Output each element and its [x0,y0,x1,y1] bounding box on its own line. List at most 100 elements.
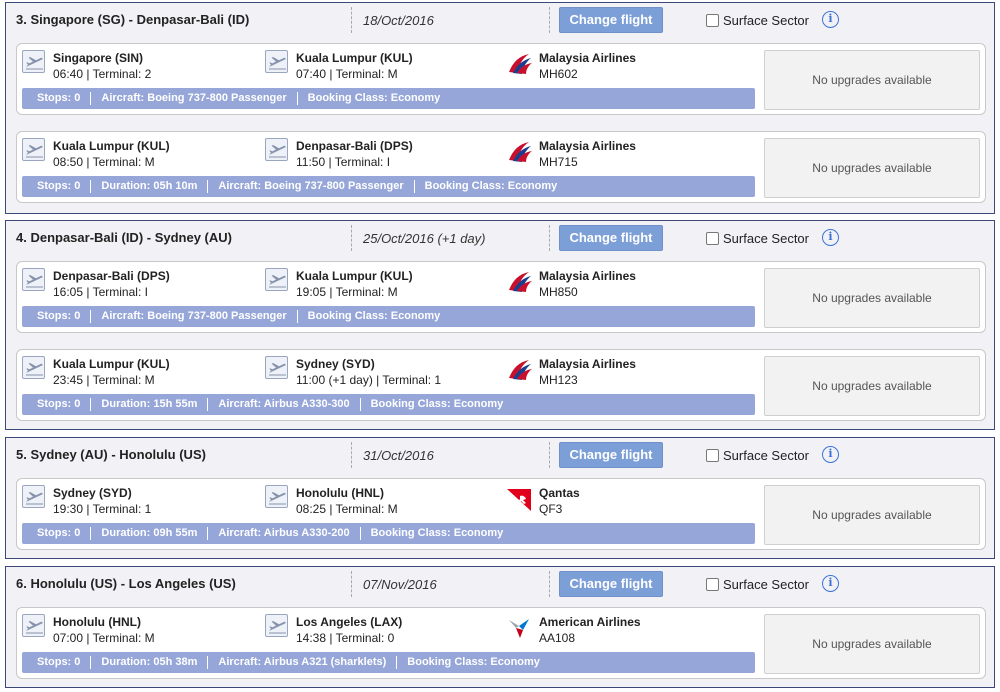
upgrade-status: No upgrades available [764,268,980,328]
divider [549,225,550,251]
flight-number: MH715 [539,155,578,169]
surface-sector-toggle[interactable]: Surface Sector [706,231,809,246]
surface-sector-checkbox[interactable] [706,578,719,591]
flight-info-bar: Stops: 0 Aircraft: Boeing 737-800 Passeng… [22,88,755,109]
airline-name: Qantas [539,486,580,500]
arrival-city: Kuala Lumpur (KUL) [296,51,413,65]
arrival-plane-icon [265,268,288,291]
flight-info-item: Booking Class: Economy [296,92,451,105]
flight-info-item: Duration: 15h 55m [90,398,207,411]
sector-title: 5. Sydney (AU) - Honolulu (US) [16,447,206,462]
departure-plane-icon [22,356,45,379]
arrival-plane-icon [265,485,288,508]
sector-header: 5. Sydney (AU) - Honolulu (US) 31/Oct/201… [6,438,994,474]
sector-panel: 3. Singapore (SG) - Denpasar-Bali (ID) 18… [5,2,995,214]
sector-panel: 5. Sydney (AU) - Honolulu (US) 31/Oct/201… [5,437,995,559]
departure-time-terminal: 19:30 | Terminal: 1 [53,502,152,516]
departure-time-terminal: 08:50 | Terminal: M [53,155,155,169]
info-icon[interactable]: i [822,575,839,592]
malaysia-airlines-logo [507,270,532,294]
arrival-time-terminal: 08:25 | Terminal: M [296,502,398,516]
surface-sector-checkbox[interactable] [706,232,719,245]
upgrade-status: No upgrades available [764,50,980,110]
arrival-time-terminal: 11:00 (+1 day) | Terminal: 1 [296,373,442,387]
arrival-plane-icon [265,138,288,161]
change-flight-button[interactable]: Change flight [559,225,663,251]
flight-number: AA108 [539,631,576,645]
surface-sector-toggle[interactable]: Surface Sector [706,13,809,28]
departure-city: Honolulu (HNL) [53,615,141,629]
malaysia-airlines-logo [507,140,532,164]
flight-segment-card: Honolulu (HNL) 07:00 | Terminal: M Los Ang… [16,607,986,679]
flight-info-item: Duration: 05h 38m [90,656,207,669]
surface-sector-toggle[interactable]: Surface Sector [706,448,809,463]
surface-sector-label: Surface Sector [723,13,809,28]
flight-number: MH123 [539,373,578,387]
upgrade-status: No upgrades available [764,485,980,545]
flight-info-item: Stops: 0 [37,180,81,192]
sector-date: 25/Oct/2016 (+1 day) [363,231,486,246]
departure-city: Kuala Lumpur (KUL) [53,139,170,153]
flight-info-item: Stops: 0 [37,310,81,322]
surface-sector-checkbox[interactable] [706,449,719,462]
departure-city: Sydney (SYD) [53,486,132,500]
departure-time-terminal: 07:00 | Terminal: M [53,631,155,645]
departure-time-terminal: 23:45 | Terminal: M [53,373,155,387]
arrival-time-terminal: 07:40 | Terminal: M [296,67,398,81]
info-icon[interactable]: i [822,11,839,28]
flight-info-item: Booking Class: Economy [359,527,514,540]
sector-header: 4. Denpasar-Bali (ID) - Sydney (AU) 25/Oc… [6,221,994,257]
info-icon[interactable]: i [822,446,839,463]
arrival-city: Sydney (SYD) [296,357,375,371]
flight-info-item: Stops: 0 [37,656,81,668]
flight-info-item: Booking Class: Economy [413,180,568,193]
sector-title: 6. Honolulu (US) - Los Angeles (US) [16,576,236,591]
surface-sector-label: Surface Sector [723,577,809,592]
flight-info-item: Booking Class: Economy [296,310,451,323]
sector-date: 18/Oct/2016 [363,13,434,28]
surface-sector-checkbox[interactable] [706,14,719,27]
sector-header: 3. Singapore (SG) - Denpasar-Bali (ID) 18… [6,3,994,39]
departure-city: Singapore (SIN) [53,51,144,65]
change-flight-button[interactable]: Change flight [559,442,663,468]
arrival-time-terminal: 19:05 | Terminal: M [296,285,398,299]
arrival-time-terminal: 14:38 | Terminal: 0 [296,631,395,645]
flight-info-item: Booking Class: Economy [359,398,514,411]
sector-header: 6. Honolulu (US) - Los Angeles (US) 07/No… [6,567,994,603]
sector-panel: 6. Honolulu (US) - Los Angeles (US) 07/No… [5,566,995,688]
change-flight-button[interactable]: Change flight [559,571,663,597]
divider [549,442,550,468]
flight-info-item: Aircraft: Boeing 737-800 Passenger [207,180,413,193]
flight-info-bar: Stops: 0 Duration: 15h 55m Aircraft: Airbu… [22,394,755,415]
flight-info-item: Booking Class: Economy [396,656,550,669]
divider [351,442,352,468]
departure-time-terminal: 06:40 | Terminal: 2 [53,67,152,81]
divider [549,571,550,597]
airline-name: Malaysia Airlines [539,139,636,153]
american-airlines-logo [507,616,531,640]
qantas-logo [507,487,531,511]
departure-city: Denpasar-Bali (DPS) [53,269,170,283]
flight-info-bar: Stops: 0 Aircraft: Boeing 737-800 Passeng… [22,306,755,327]
flight-number: QF3 [539,502,563,516]
arrival-city: Denpasar-Bali (DPS) [296,139,413,153]
flight-segment-card: Kuala Lumpur (KUL) 23:45 | Terminal: M Syd… [16,349,986,421]
malaysia-airlines-logo [507,358,532,382]
departure-plane-icon [22,268,45,291]
flight-info-item: Aircraft: Airbus A330-300 [207,398,359,411]
info-icon[interactable]: i [822,229,839,246]
airline-name: Malaysia Airlines [539,269,636,283]
change-flight-button[interactable]: Change flight [559,7,663,33]
departure-plane-icon [22,138,45,161]
flight-info-item: Aircraft: Boeing 737-800 Passenger [90,310,296,323]
flight-info-item: Duration: 09h 55m [90,527,207,540]
surface-sector-toggle[interactable]: Surface Sector [706,577,809,592]
divider [351,225,352,251]
divider [351,571,352,597]
flight-segment-card: Kuala Lumpur (KUL) 08:50 | Terminal: M Den… [16,131,986,203]
surface-sector-label: Surface Sector [723,231,809,246]
arrival-plane-icon [265,50,288,73]
flight-info-item: Stops: 0 [37,92,81,104]
airline-name: Malaysia Airlines [539,51,636,65]
malaysia-airlines-logo [507,52,532,76]
